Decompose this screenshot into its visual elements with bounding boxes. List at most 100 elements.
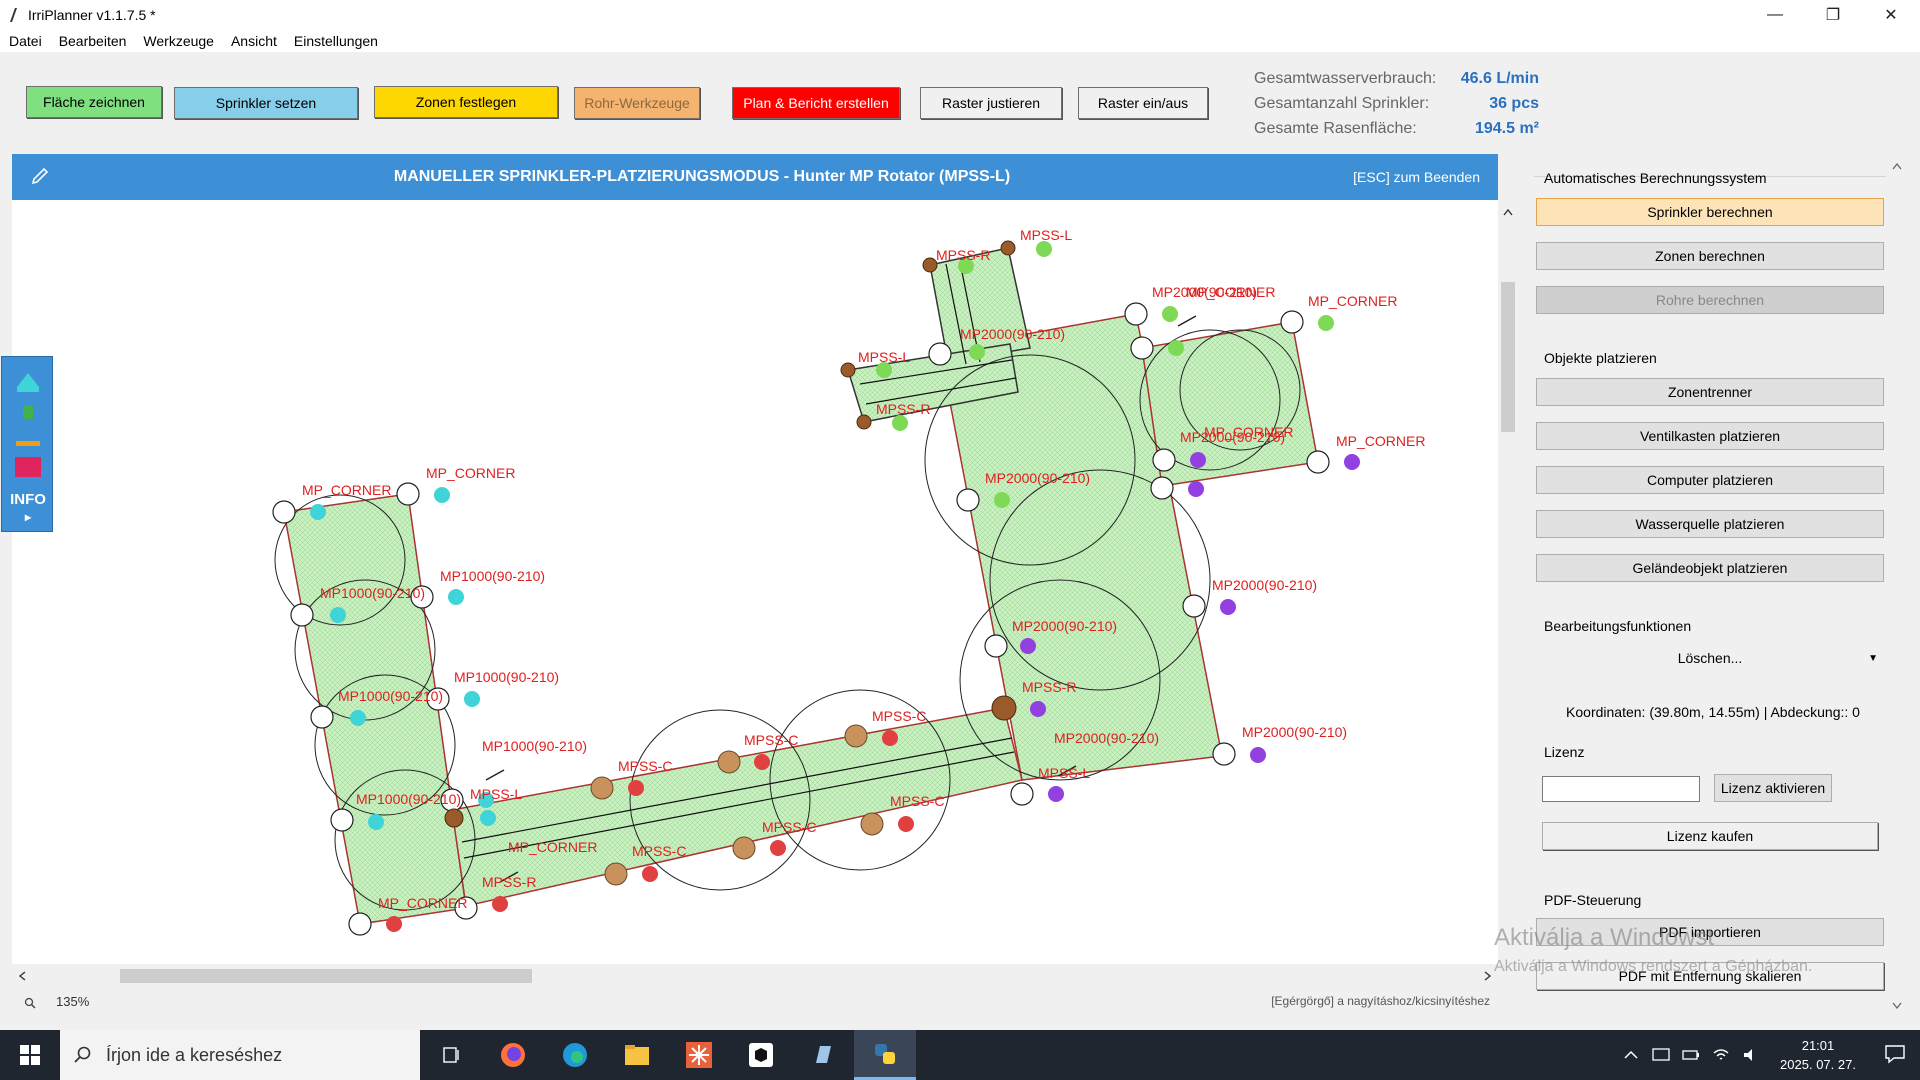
canvas-status-bar: 135% [Egérgörgő] a nagyításhoz/kicsinyít… [12,988,1498,1016]
place-computer-button[interactable]: Computer platzieren [1536,466,1884,494]
scroll-left-icon[interactable] [18,971,26,981]
info-toggle[interactable]: INFO ▸ [2,491,54,525]
sprinkler-label: MPSS-R [1022,679,1076,695]
mode-banner: MANUELLER SPRINKLER-PLATZIERUNGSMODUS - … [12,154,1498,200]
scroll-right-icon[interactable] [1484,971,1492,981]
menu-ansicht[interactable]: Ansicht [222,33,285,49]
clock-time: 21:01 [1801,1038,1835,1053]
firefox-button[interactable] [482,1030,544,1080]
title-bar: IrriPlanner v1.1.7.5 * — ❐ ✕ [0,0,1920,30]
sprinkler-label: MP2000(90-210) [985,470,1090,486]
close-button[interactable]: ✕ [1862,0,1920,30]
canvas-horizontal-scrollbar[interactable] [12,964,1498,988]
explorer-button[interactable] [606,1030,668,1080]
activation-watermark: Aktiválja a Windowst [1494,924,1715,951]
license-input[interactable] [1542,776,1700,802]
network-icon[interactable] [1652,1047,1670,1063]
app-notes-button[interactable] [792,1030,854,1080]
zoom-level: 135% [56,994,90,1009]
activate-license-button[interactable]: Lizenz aktivieren [1714,774,1832,802]
battery-icon[interactable] [1682,1049,1700,1061]
sprinkler-label: MPSS-C [762,819,816,835]
valve-icon [23,405,33,419]
sprinkler-label: MP2000(90-210) [960,326,1065,342]
sprinkler-label: MP1000(90-210) [440,568,545,584]
sprinkler-label: MP2000(90-210) [1242,724,1347,740]
coordinates-readout: Koordinaten: (39.80m, 14.55m) | Abdeckun… [1566,704,1860,720]
place-terrain-button[interactable]: Geländeobjekt platzieren [1536,554,1884,582]
windows-icon [20,1045,40,1065]
window-title: IrriPlanner v1.1.7.5 * [28,7,156,23]
app-orange-button[interactable] [668,1030,730,1080]
clock[interactable]: 21:01 2025. 07. 27. [1778,1036,1858,1074]
panel-scrollbar[interactable] [1890,154,1904,1016]
sprinkler-count-label: Gesamtanzahl Sprinkler: [1254,94,1430,112]
scroll-up-icon[interactable] [1503,208,1513,216]
calc-sprinkler-button[interactable]: Sprinkler berechnen [1536,198,1884,226]
sprinkler-label: MP_CORNER [302,482,391,498]
buy-license-button[interactable]: Lizenz kaufen [1542,822,1878,850]
calc-pipes-button[interactable]: Rohre berechnen [1536,286,1884,314]
auto-calc-title: Automatisches Berechnungssystem [1544,170,1767,186]
calc-zones-button[interactable]: Zonen berechnen [1536,242,1884,270]
sprinkler-label: MPSS-C [890,793,944,809]
sprinkler-label: MP1000(90-210) [338,688,443,704]
zone-divider-button[interactable]: Zonentrenner [1536,378,1884,406]
lawn-area-value: 194.5 m² [1474,119,1539,137]
app-box-button[interactable] [730,1030,792,1080]
sprinkler-label: MPSS-C [872,708,926,724]
python-app-button[interactable] [854,1030,916,1080]
sprinkler-label: MPSS-L [1038,765,1090,781]
menu-bar: Datei Bearbeiten Werkzeuge Ansicht Einst… [0,30,1920,52]
sprinkler-label: MPSS-C [632,843,686,859]
sprinkler-label: MP_CORNER [1204,424,1293,440]
pipe-tools-button[interactable]: Rohr-Werkzeuge [574,87,700,119]
sprinkler-label: MPSS-L [858,349,910,365]
canvas-vertical-scrollbar[interactable] [1498,200,1518,964]
task-view-button[interactable] [420,1030,482,1080]
panel-scroll-down-icon[interactable] [1892,1002,1902,1010]
pdf-control-title: PDF-Steuerung [1544,892,1642,908]
horizontal-scroll-thumb[interactable] [120,969,532,983]
pipe-icon [16,441,40,446]
vertical-scroll-thumb[interactable] [1501,282,1515,432]
sprinkler-label: MP_CORNER [1308,293,1397,309]
water-usage-value: 46.6 L/min [1460,69,1539,87]
place-sprinkler-button[interactable]: Sprinkler setzen [174,87,358,119]
license-title: Lizenz [1544,744,1585,760]
task-view-icon [443,1047,459,1063]
edge-button[interactable] [544,1030,606,1080]
place-watersource-button[interactable]: Wasserquelle platzieren [1536,510,1884,538]
maximize-button[interactable]: ❐ [1804,0,1862,30]
create-plan-report-button[interactable]: Plan & Bericht erstellen [732,87,900,119]
search-placeholder: Írjon ide a kereséshez [106,1044,283,1065]
python-icon [875,1043,895,1064]
sprinkler-count-value: 36 pcs [1489,94,1539,112]
legend-palette[interactable]: INFO ▸ [1,356,53,532]
chevron-up-icon[interactable] [1624,1050,1638,1060]
menu-datei[interactable]: Datei [0,33,50,49]
menu-werkzeuge[interactable]: Werkzeuge [134,33,222,49]
menu-einstellungen[interactable]: Einstellungen [285,33,386,49]
taskbar-search[interactable]: Írjon ide a kereséshez [60,1030,420,1080]
panel-scroll-up-icon[interactable] [1892,162,1902,170]
sprinkler-label: MP2000(90-210) [1054,730,1159,746]
zoom-icon [24,997,36,1009]
adjust-grid-button[interactable]: Raster justieren [920,87,1062,119]
notification-icon[interactable] [1884,1044,1906,1064]
menu-bearbeiten[interactable]: Bearbeiten [50,33,135,49]
volume-icon[interactable] [1742,1047,1760,1063]
minimize-button[interactable]: — [1746,0,1804,30]
draw-area-button[interactable]: Fläche zeichnen [26,86,162,118]
stats-panel: Gesamtwasserverbrauch: 46.6 L/min Gesamta… [1254,66,1539,141]
sprinkler-label: MP_CORNER [508,839,597,855]
toggle-grid-button[interactable]: Raster ein/aus [1078,87,1208,119]
sprinkler-label: MPSS-R [936,247,990,263]
delete-dropdown[interactable]: Löschen... ▼ [1536,644,1884,672]
wifi-icon[interactable] [1712,1047,1730,1063]
start-button[interactable] [0,1030,60,1080]
sprinkler-label: MP_CORNER [1336,433,1425,449]
drawing-canvas[interactable]: MPSS-L MPSS-R MPSS-L MPSS-R MP2000(90-210) MP… [12,200,1498,964]
place-valvebox-button[interactable]: Ventilkasten platzieren [1536,422,1884,450]
define-zones-button[interactable]: Zonen festlegen [374,86,558,118]
